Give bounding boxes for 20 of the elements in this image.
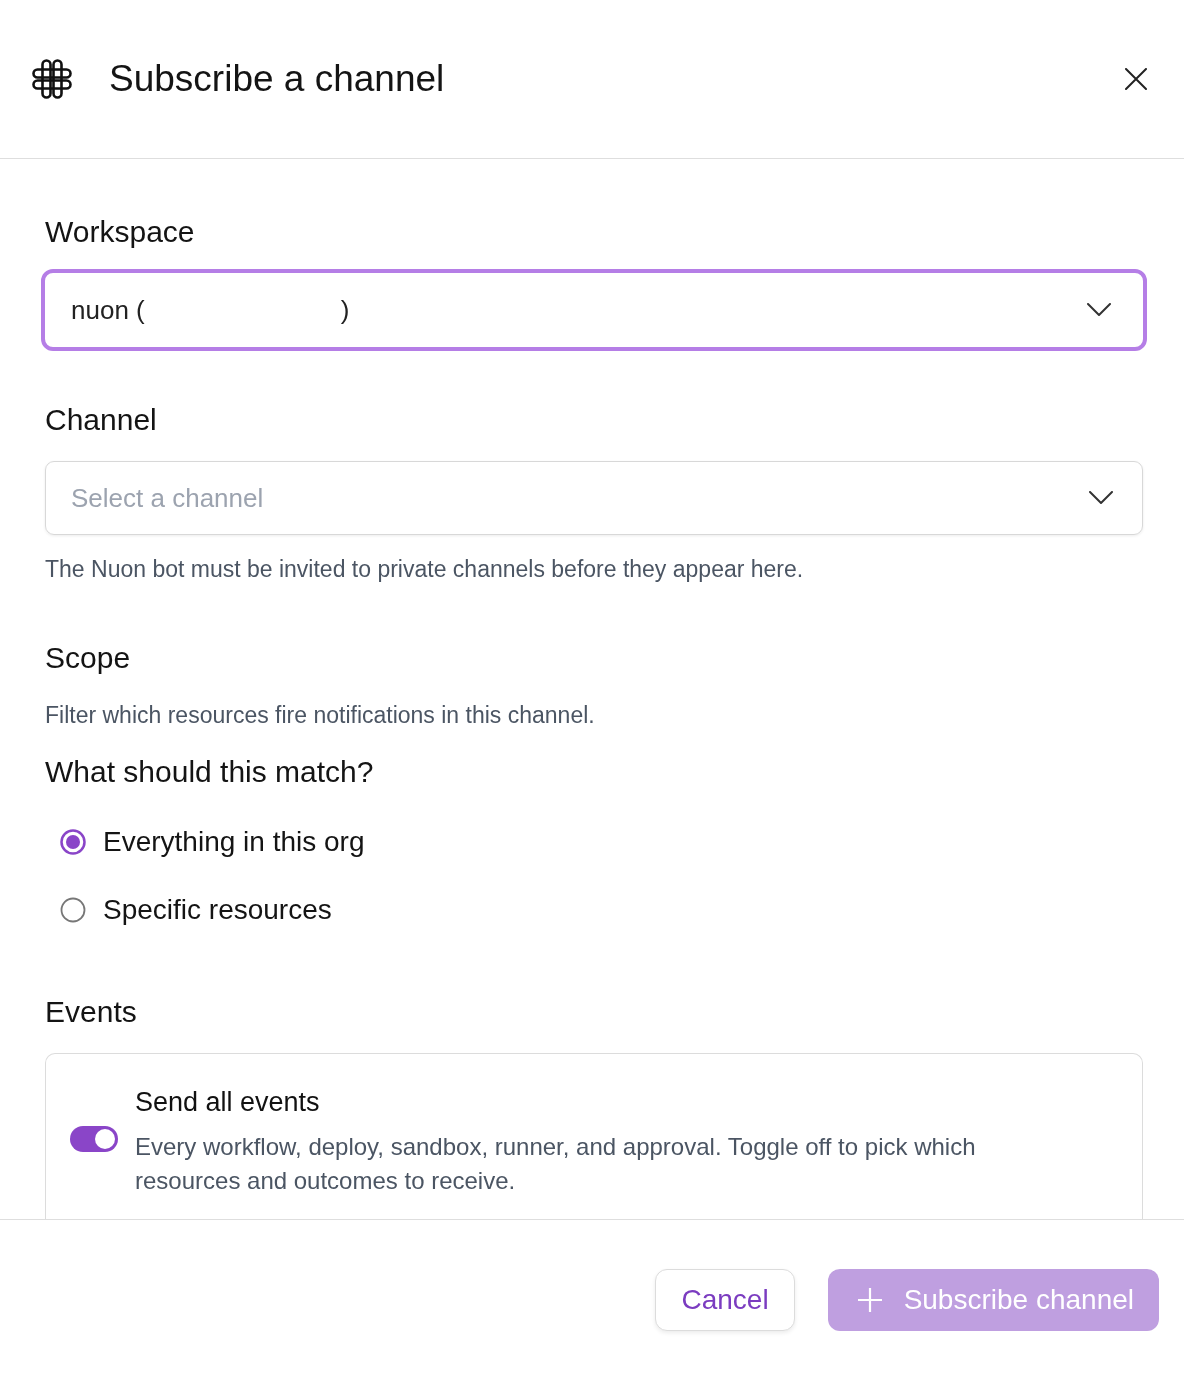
workspace-select[interactable]: nuon ( ) [41,269,1147,351]
toggle-title: Send all events [135,1086,320,1118]
radio-option[interactable]: Everything in this org [60,822,365,862]
radio-option[interactable]: Specific resources [60,890,332,930]
chevron-down-icon [1087,303,1111,317]
question-text: What should this match? [45,754,374,790]
cancel-button[interactable]: Cancel [655,1269,795,1331]
section-description: Filter which resources fire notifications in this channel. [45,701,595,729]
section-heading: Events [45,994,137,1030]
chevron-down-icon [1089,491,1113,505]
help-text: The Nuon bot must be invited to private channels before they appear here. [45,555,804,583]
section-heading: Scope [45,640,131,676]
toggle-switch[interactable] [70,1126,118,1152]
close-icon[interactable] [1124,67,1148,91]
field-label: Channel [45,402,157,438]
dialog-title: Subscribe a channel [109,57,445,101]
toggle-description: Every workflow, deploy, sandbox, runner, and approval. Toggle off to pick which resources and outcomes to receive. [135,1132,977,1196]
logo-icon [32,59,72,99]
field-label: Workspace [45,214,195,250]
plus-icon [856,1287,883,1313]
